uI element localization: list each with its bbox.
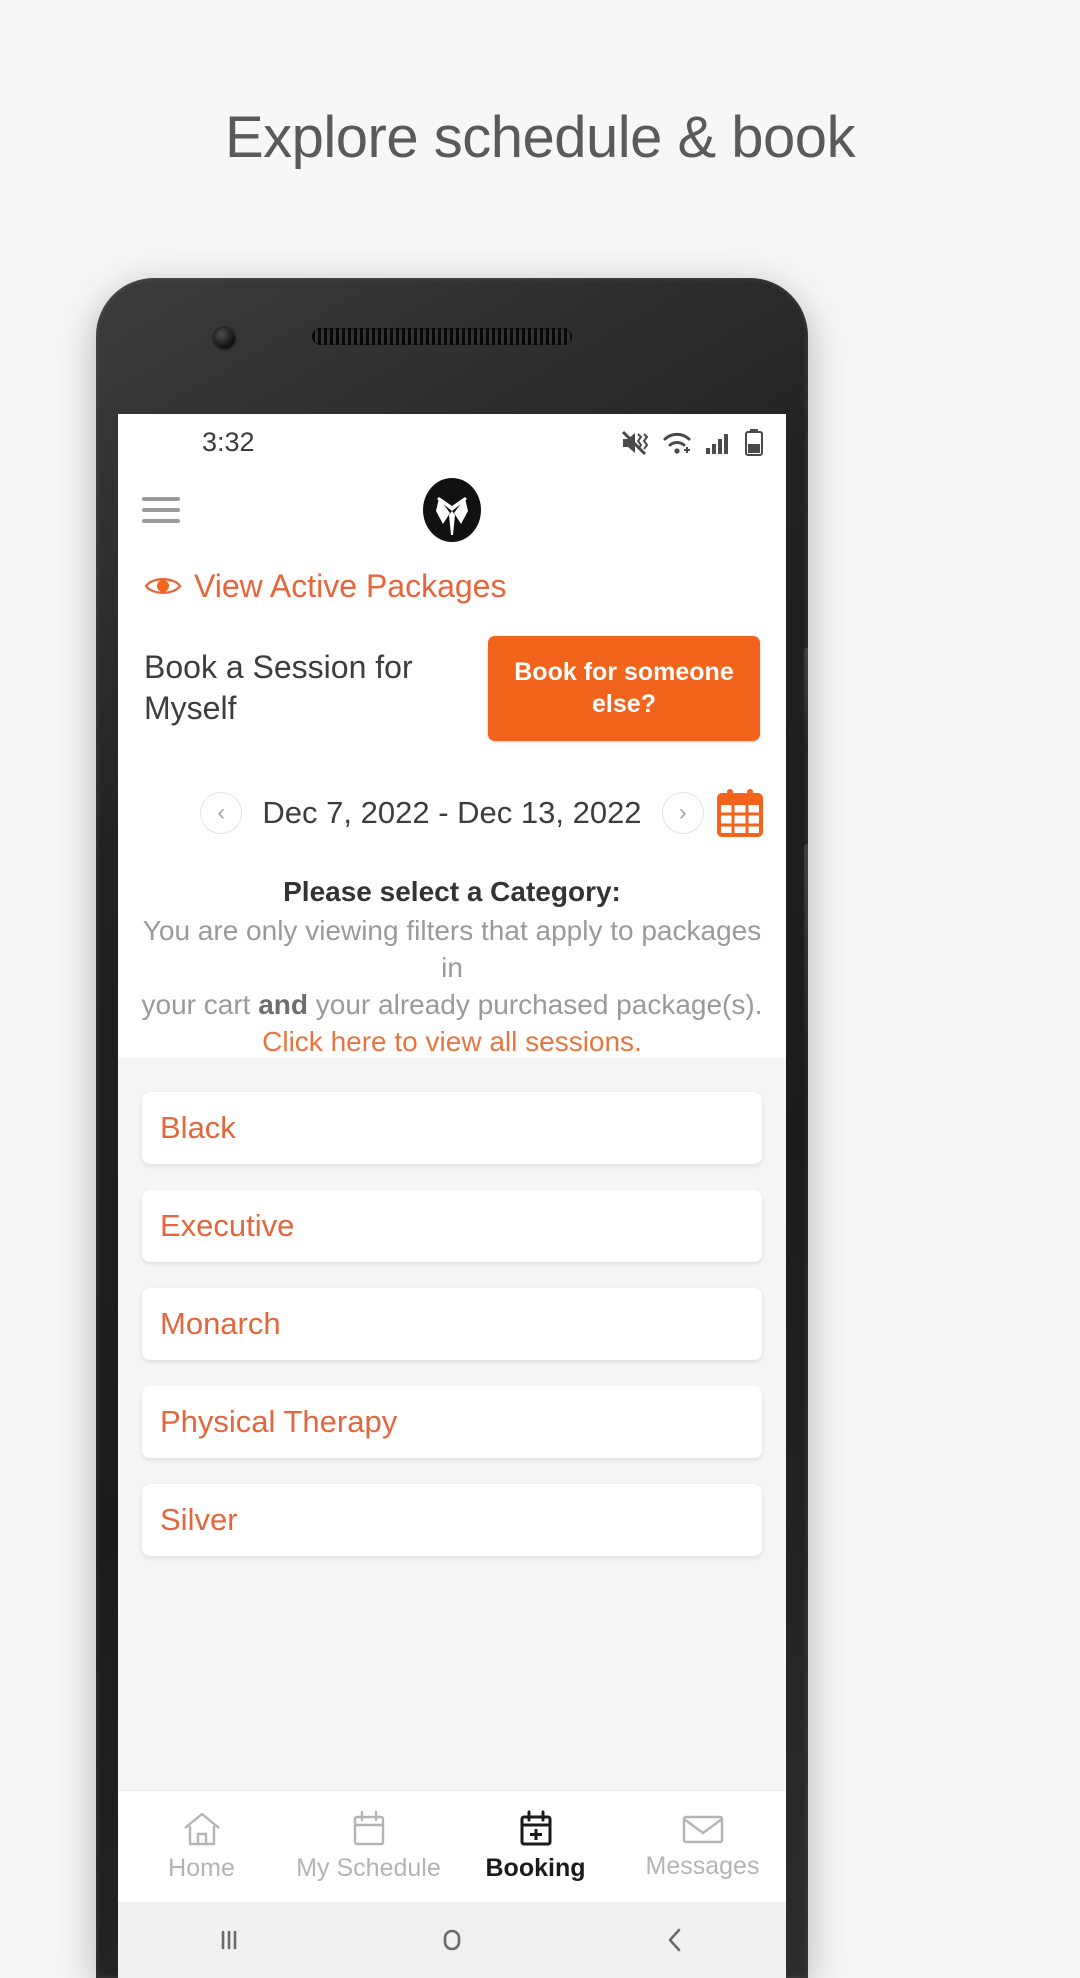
- mute-vibrate-icon: [621, 430, 649, 455]
- view-active-packages-label: View Active Packages: [194, 567, 507, 604]
- category-item-silver[interactable]: Silver: [142, 1483, 762, 1556]
- phone-screen: 3:32 View Active Packages Book a Session…: [118, 414, 786, 1978]
- status-time: 3:32: [202, 426, 255, 457]
- category-item-executive[interactable]: Executive: [142, 1189, 762, 1262]
- notice-title: Please select a Category:: [283, 876, 621, 907]
- calendar-icon[interactable]: [714, 787, 766, 839]
- tab-label: Home: [168, 1854, 235, 1882]
- app-header: [118, 470, 786, 550]
- butler-suit-logo: [423, 478, 481, 542]
- view-all-sessions-link[interactable]: Click here to view all sessions.: [136, 1026, 768, 1058]
- notice-line-2: your cart and your already purchased pac…: [136, 986, 768, 1023]
- android-navigation-bar: [118, 1902, 786, 1978]
- booking-header-row: Book a Session for Myself Book for someo…: [118, 622, 786, 754]
- power-button[interactable]: [804, 648, 808, 752]
- status-icons: [621, 428, 764, 456]
- category-label: Executive: [160, 1207, 295, 1243]
- bottom-tab-bar: Home My Schedule Booking Messages: [118, 1790, 786, 1902]
- status-bar: 3:32: [118, 414, 786, 470]
- envelope-icon: [682, 1815, 723, 1844]
- tab-my-schedule[interactable]: My Schedule: [285, 1810, 452, 1883]
- volume-button[interactable]: [804, 844, 808, 1042]
- home-icon: [183, 1812, 220, 1846]
- next-week-button[interactable]: ›: [661, 792, 704, 834]
- phone-bezel-top: [96, 278, 808, 414]
- back-chevron-icon[interactable]: [658, 1923, 692, 1957]
- category-label: Monarch: [160, 1305, 281, 1341]
- tab-home[interactable]: Home: [118, 1810, 285, 1883]
- category-label: Black: [160, 1109, 236, 1145]
- home-circle-icon[interactable]: [435, 1923, 469, 1957]
- wifi-icon: [663, 432, 691, 454]
- date-range-label: Dec 7, 2022 - Dec 13, 2022: [262, 795, 642, 830]
- hamburger-menu-icon[interactable]: [142, 497, 180, 523]
- category-item-black[interactable]: Black: [142, 1091, 762, 1164]
- notice-line-1: You are only viewing filters that apply …: [142, 915, 762, 984]
- tab-label: Messages: [645, 1852, 760, 1880]
- category-label: Physical Therapy: [160, 1403, 398, 1439]
- book-for-someone-else-button[interactable]: Book for someone else?: [488, 635, 760, 741]
- signal-icon: [706, 433, 728, 454]
- battery-icon: [745, 428, 763, 456]
- earpiece-speaker: [312, 328, 572, 345]
- notice-line-2-part-a: your cart: [141, 989, 259, 1021]
- category-item-monarch[interactable]: Monarch: [142, 1287, 762, 1360]
- view-active-packages-link[interactable]: View Active Packages: [118, 550, 786, 622]
- tab-label: Booking: [485, 1854, 586, 1882]
- calendar-plus-icon: [520, 1810, 551, 1846]
- category-notice: Please select a Category: You are only v…: [118, 872, 786, 1058]
- recents-icon[interactable]: [212, 1923, 246, 1957]
- page-title: Explore schedule & book: [224, 105, 856, 170]
- date-navigation: ‹ Dec 7, 2022 - Dec 13, 2022 ›: [118, 754, 786, 872]
- notice-line-2-part-b: your already purchased package(s).: [308, 989, 763, 1021]
- tab-label: My Schedule: [296, 1854, 441, 1882]
- booking-title: Book a Session for Myself: [144, 649, 413, 726]
- notice-line-2-bold: and: [258, 989, 308, 1021]
- eye-icon: [144, 578, 182, 594]
- previous-week-button[interactable]: ‹: [200, 792, 243, 834]
- calendar-icon: [353, 1810, 384, 1846]
- tab-booking[interactable]: Booking: [452, 1810, 619, 1883]
- front-camera-icon: [214, 328, 235, 349]
- phone-device: 3:32 View Active Packages Book a Session…: [96, 278, 808, 1978]
- category-label: Silver: [160, 1501, 238, 1537]
- tab-messages[interactable]: Messages: [619, 1812, 786, 1881]
- category-list: Black Executive Monarch Physical Therapy…: [118, 1057, 786, 1790]
- category-item-physical-therapy[interactable]: Physical Therapy: [142, 1385, 762, 1458]
